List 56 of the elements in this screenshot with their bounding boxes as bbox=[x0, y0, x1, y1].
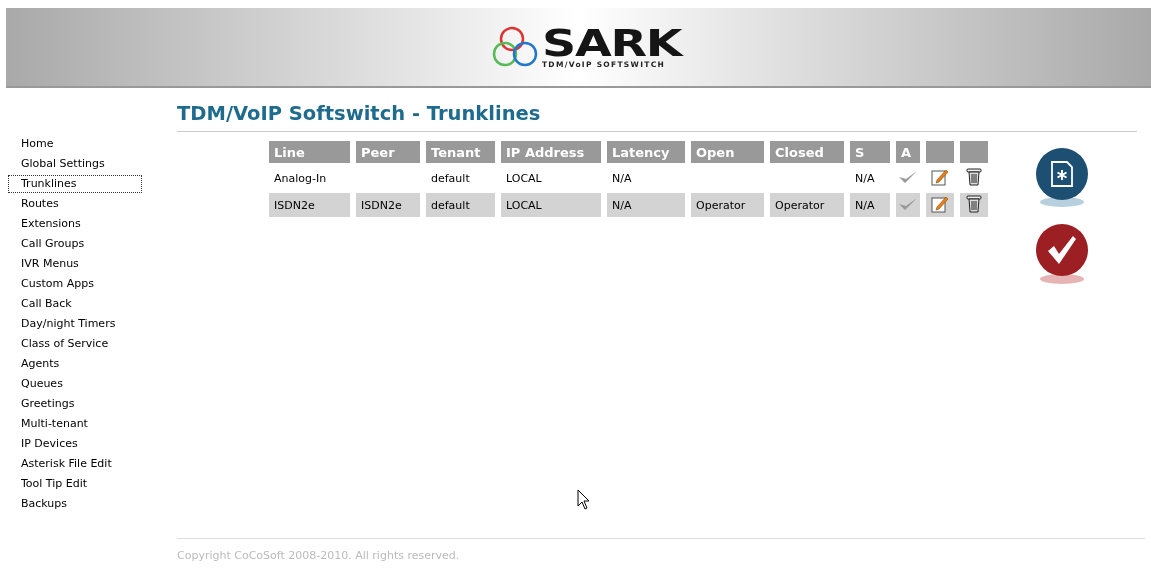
sidebar-item[interactable]: IVR Menus bbox=[8, 255, 142, 273]
column-header bbox=[960, 141, 988, 163]
rings-icon bbox=[491, 25, 540, 69]
table-cell: N/A bbox=[850, 193, 890, 217]
table-cell-text: N/A bbox=[611, 170, 633, 187]
table-cell-text: Analog-In bbox=[273, 170, 328, 187]
sidebar-item[interactable]: Queues bbox=[8, 375, 142, 393]
table-cell: N/A bbox=[607, 193, 685, 217]
save-button[interactable] bbox=[1034, 222, 1090, 286]
column-header: Tenant bbox=[426, 141, 495, 163]
trash-icon[interactable] bbox=[966, 194, 982, 213]
column-header: Latency bbox=[607, 141, 685, 163]
check-icon bbox=[898, 196, 918, 211]
table-cell: Operator bbox=[770, 193, 844, 217]
sidebar-item[interactable]: Backups bbox=[8, 495, 142, 513]
table-cell-text: default bbox=[430, 170, 471, 187]
table-cell: Operator bbox=[691, 193, 764, 217]
table-cell: default bbox=[426, 193, 495, 217]
table-cell: ISDN2e bbox=[356, 193, 420, 217]
column-header: Line bbox=[269, 141, 350, 163]
column-header: S bbox=[850, 141, 890, 163]
edit-icon[interactable] bbox=[931, 194, 949, 213]
column-header: Peer bbox=[356, 141, 420, 163]
sidebar-item[interactable]: Day/night Timers bbox=[8, 315, 142, 333]
column-header: IP Address bbox=[501, 141, 601, 163]
sidebar-item[interactable]: Tool Tip Edit bbox=[8, 475, 142, 493]
sidebar-item[interactable]: Multi-tenant bbox=[8, 415, 142, 433]
column-header bbox=[926, 141, 954, 163]
page-title: TDM/VoIP Softswitch - Trunklines bbox=[177, 102, 1137, 132]
check-icon bbox=[898, 169, 918, 184]
sidebar-item[interactable]: Routes bbox=[8, 195, 142, 213]
sidebar-item[interactable]: Asterisk File Edit bbox=[8, 455, 142, 473]
sidebar-item[interactable]: Call Back bbox=[8, 295, 142, 313]
sidebar-item[interactable]: Trunklines bbox=[8, 175, 142, 193]
sidebar-item[interactable]: Custom Apps bbox=[8, 275, 142, 293]
copyright-text: Copyright CoCoSoft 2008-2010. All rights reserved. bbox=[177, 549, 460, 562]
column-header: Closed bbox=[770, 141, 844, 163]
column-header: A bbox=[896, 141, 920, 163]
edit-icon[interactable] bbox=[931, 167, 949, 186]
trash-icon[interactable] bbox=[966, 167, 982, 186]
sidebar-item[interactable]: IP Devices bbox=[8, 435, 142, 453]
table-cell-text: LOCAL bbox=[505, 170, 543, 187]
logo-name: SARK bbox=[541, 25, 685, 60]
sidebar-item[interactable]: Agents bbox=[8, 355, 142, 373]
table-cell: LOCAL bbox=[501, 193, 601, 217]
sidebar-item[interactable]: Home bbox=[8, 135, 142, 153]
table-cell: ISDN2e bbox=[269, 193, 350, 217]
sidebar-item[interactable]: Extensions bbox=[8, 215, 142, 233]
pointer-icon bbox=[577, 489, 591, 511]
sidebar-item[interactable]: Class of Service bbox=[8, 335, 142, 353]
new-file-button[interactable] bbox=[1034, 146, 1090, 208]
sidebar-item[interactable]: Greetings bbox=[8, 395, 142, 413]
sidebar-item[interactable]: Call Groups bbox=[8, 235, 142, 253]
sidebar-item[interactable]: Global Settings bbox=[8, 155, 142, 173]
table-cell-text: N/A bbox=[854, 170, 876, 187]
column-header: Open bbox=[691, 141, 764, 163]
